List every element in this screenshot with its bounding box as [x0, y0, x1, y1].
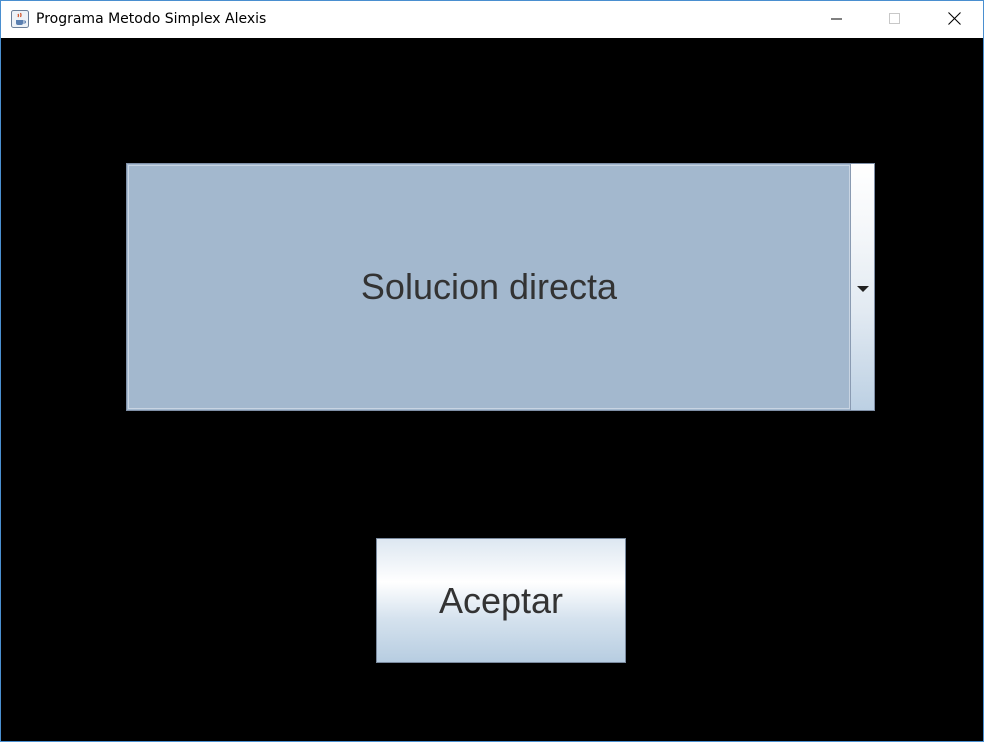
minimize-icon — [831, 10, 843, 29]
close-icon — [947, 10, 961, 29]
content-pane: Solucion directa Aceptar — [1, 38, 983, 741]
window-title: Programa Metodo Simplex Alexis — [36, 11, 267, 27]
chevron-down-icon — [856, 278, 869, 297]
title-bar[interactable]: Programa Metodo Simplex Alexis — [1, 1, 983, 38]
accept-button[interactable]: Aceptar — [376, 538, 626, 663]
close-button[interactable] — [925, 1, 983, 38]
combobox-selected-value[interactable]: Solucion directa — [128, 165, 850, 409]
combobox-dropdown-button[interactable] — [850, 164, 874, 410]
java-coffee-icon[interactable] — [11, 10, 29, 28]
minimize-button[interactable] — [808, 1, 866, 38]
maximize-icon — [889, 10, 901, 29]
solution-method-combobox[interactable]: Solucion directa — [126, 163, 875, 411]
maximize-button[interactable] — [866, 1, 924, 38]
app-window: Programa Metodo Simplex Alexis Solucion … — [0, 0, 984, 742]
